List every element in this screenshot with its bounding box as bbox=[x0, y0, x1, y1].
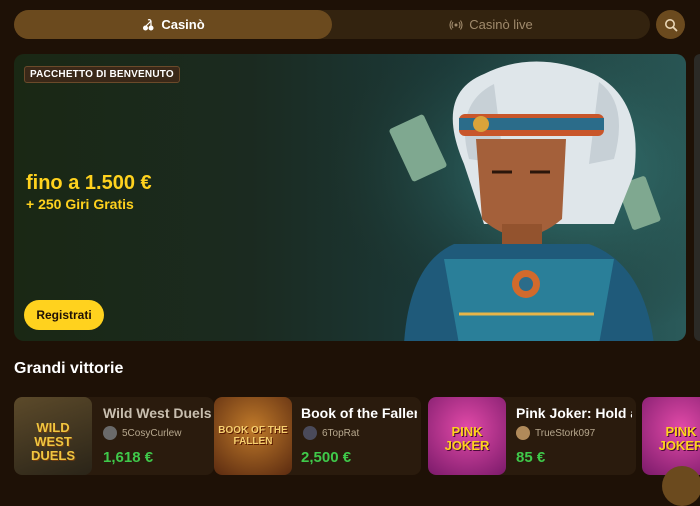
game-name: Book of the Fallen bbox=[301, 405, 417, 421]
game-thumbnail: WILD WEST DUELS bbox=[14, 397, 92, 475]
category-tabs: Casinò Casinò live bbox=[14, 10, 650, 39]
bonus-amount: fino a 1.500 € bbox=[26, 172, 152, 194]
winner: TrueStork097 bbox=[516, 426, 595, 440]
tab-casino-label: Casinò bbox=[161, 17, 205, 32]
win-amount: 2,500 € bbox=[301, 449, 352, 466]
search-button[interactable] bbox=[656, 10, 685, 39]
win-card[interactable]: WILD WEST DUELS Wild West Duels 5CosyCur… bbox=[14, 397, 214, 475]
free-spins-text: + 250 Giri Gratis bbox=[26, 196, 134, 212]
next-banner-peek[interactable] bbox=[694, 54, 700, 341]
avatar bbox=[516, 426, 530, 440]
chat-button[interactable] bbox=[662, 466, 700, 506]
thumbnail-title: PINK JOKER bbox=[658, 424, 700, 453]
cherries-icon bbox=[143, 18, 154, 30]
tab-casino[interactable]: Casinò bbox=[14, 10, 332, 39]
live-broadcast-icon bbox=[449, 19, 463, 30]
game-thumbnail: PINK JOKER bbox=[428, 397, 506, 475]
avatar bbox=[103, 426, 117, 440]
thumbnail-title: PINK JOKER bbox=[444, 424, 490, 453]
win-card[interactable]: PINK JOKER bbox=[642, 397, 700, 475]
avatar bbox=[303, 426, 317, 440]
tab-casino-live-label: Casinò live bbox=[469, 17, 533, 32]
big-wins-carousel: WILD WEST DUELS Wild West Duels 5CosyCur… bbox=[14, 397, 700, 477]
winner: 6TopRat bbox=[303, 426, 359, 440]
username: 5CosyCurlew bbox=[122, 427, 182, 439]
win-card[interactable]: PINK JOKER Pink Joker: Hold and Win True… bbox=[428, 397, 636, 475]
username: 6TopRat bbox=[322, 427, 360, 439]
game-name: Wild West Duels bbox=[103, 405, 212, 421]
username: TrueStork097 bbox=[535, 427, 596, 439]
big-wins-title: Grandi vittorie bbox=[14, 360, 124, 377]
game-thumbnail: BOOK OF THE FALLEN bbox=[214, 397, 292, 475]
register-button[interactable]: Registrati bbox=[24, 300, 104, 330]
tab-casino-live[interactable]: Casinò live bbox=[332, 10, 650, 39]
winner: 5CosyCurlew bbox=[103, 426, 181, 440]
win-amount: 1,618 € bbox=[103, 449, 154, 466]
thumbnail-title: WILD WEST DUELS bbox=[30, 420, 76, 463]
game-thumbnail: PINK JOKER bbox=[642, 397, 700, 475]
welcome-package-badge: PACCHETTO DI BENVENUTO bbox=[24, 66, 180, 83]
win-amount: 85 € bbox=[516, 449, 546, 466]
game-name: Pink Joker: Hold and Win bbox=[516, 405, 632, 421]
search-icon bbox=[664, 18, 677, 31]
thumbnail-title: BOOK OF THE FALLEN bbox=[218, 425, 288, 447]
welcome-banner[interactable]: PACCHETTO DI BENVENUTO fino a 1.500 € + … bbox=[14, 54, 686, 341]
win-card[interactable]: BOOK OF THE FALLEN Book of the Fallen 6T… bbox=[214, 397, 421, 475]
